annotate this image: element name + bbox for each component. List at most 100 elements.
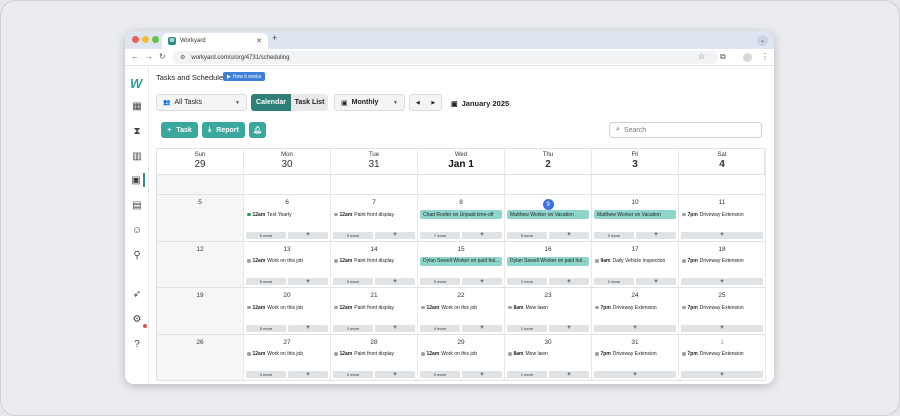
date-label[interactable]: ▣ January 2025 (451, 99, 509, 108)
day-number[interactable]: 14 (331, 246, 417, 253)
more-events-button[interactable]: 1 more (594, 278, 634, 285)
calendar-view-button[interactable]: Calendar (251, 94, 291, 111)
close-tab-icon[interactable]: ✕ (256, 37, 262, 45)
day-number[interactable]: 21 (331, 292, 417, 299)
task-event[interactable]: 7pm Driveway Extension (681, 350, 763, 359)
day-number[interactable]: 5 (157, 199, 243, 206)
day-number[interactable]: 25 (679, 292, 765, 299)
task-event[interactable]: 7pm Driveway Extension (594, 350, 676, 359)
day-cell[interactable]: 13 12am Work on this job 5 more + (244, 241, 331, 288)
day-number[interactable]: 10 (592, 199, 678, 206)
hourglass-icon[interactable]: ⧗ (129, 124, 145, 138)
day-cell[interactable]: 19 (157, 288, 244, 335)
notifications-button[interactable]: 🔔︎ (249, 122, 266, 138)
users-icon[interactable]: ☺ (129, 223, 145, 237)
add-event-plus-icon[interactable]: + (636, 278, 676, 285)
tab-search-chevron-icon[interactable]: ⌄ (757, 35, 768, 46)
day-number[interactable]: 27 (244, 339, 330, 346)
profile-icon[interactable] (743, 53, 752, 62)
day-cell[interactable]: 18 7pm Driveway Extension + (679, 241, 766, 288)
day-cell[interactable]: 14 12am Paint front display 3 more + (331, 241, 418, 288)
add-event-plus-icon[interactable]: + (288, 371, 328, 378)
day-cell[interactable]: 8 Chad Roofer on Unpaid time-off 7 more + (418, 195, 505, 242)
close-window-dot[interactable] (132, 36, 139, 43)
day-number[interactable]: 12 (157, 246, 243, 253)
extensions-icon[interactable]: ⧉ (720, 52, 726, 62)
how-it-works-badge[interactable]: ▶ How it works (223, 72, 266, 81)
day-number[interactable]: 9 (505, 199, 591, 210)
more-events-button[interactable]: 5 more (246, 278, 286, 285)
task-event[interactable]: 12am Work on this job (246, 303, 328, 312)
task-event[interactable]: 12am Test Yearly (246, 210, 328, 219)
day-cell[interactable]: 22 12am Work on this job 4 more + (418, 288, 505, 335)
add-event-plus-icon[interactable]: + (288, 324, 328, 332)
add-event-plus-icon[interactable]: + (549, 278, 589, 285)
day-cell[interactable]: 5 (157, 195, 244, 242)
task-event[interactable]: 12am Paint front display (333, 210, 415, 219)
help-icon[interactable]: ? (129, 337, 145, 351)
new-tab-icon[interactable]: + (272, 33, 277, 43)
time-off-event[interactable]: Matthew Worker on Vacation (507, 210, 589, 219)
browser-menu-icon[interactable]: ⋮ (761, 52, 769, 61)
day-cell[interactable]: 1 7pm Driveway Extension + (679, 334, 766, 381)
add-event-plus-icon[interactable]: + (549, 371, 589, 378)
more-events-button[interactable]: 1 more (507, 371, 547, 378)
task-event[interactable]: 12am Paint front display (333, 257, 415, 266)
next-period-icon[interactable]: ▶ (431, 100, 435, 106)
add-event-plus-icon[interactable]: + (462, 231, 502, 239)
add-event-plus-icon[interactable]: + (375, 371, 415, 378)
task-event[interactable]: 12am Work on this job (420, 350, 502, 359)
add-event-plus-icon[interactable]: + (549, 231, 589, 239)
task-list-view-button[interactable]: Task List (291, 94, 328, 111)
task-event[interactable]: 12am Work on this job (420, 303, 502, 312)
add-event-plus-icon[interactable]: + (462, 278, 502, 285)
day-cell[interactable]: 31 7pm Driveway Extension + (592, 334, 679, 381)
reload-icon[interactable]: ↻ (159, 52, 166, 61)
browser-tab[interactable]: W Workyard ✕ (162, 33, 268, 49)
task-event[interactable]: 12am Paint front display (333, 303, 415, 312)
add-event-plus-icon[interactable]: + (594, 371, 676, 378)
more-events-button[interactable]: 4 more (246, 371, 286, 378)
more-events-button[interactable]: 3 more (333, 231, 373, 239)
add-task-button[interactable]: + Task (161, 122, 198, 138)
add-event-plus-icon[interactable]: + (462, 371, 502, 378)
day-number[interactable]: 26 (157, 339, 243, 346)
minimize-window-dot[interactable] (142, 36, 149, 43)
day-number[interactable]: 16 (505, 246, 591, 253)
day-cell[interactable]: 16 Dylan Sewell Worker on paid hol... 2 mo… (505, 241, 592, 288)
day-cell[interactable]: 30 8am Mow lawn 1 more + (505, 334, 592, 381)
time-off-event[interactable]: Dylan Sewell Worker on paid hol... (507, 256, 589, 266)
day-cell[interactable]: 25 7pm Driveway Extension + (679, 288, 766, 335)
day-cell[interactable]: 23 8am Mow lawn 1 more + (505, 288, 592, 335)
rocket-icon[interactable]: ➶ (129, 287, 145, 301)
add-event-plus-icon[interactable]: + (636, 231, 676, 239)
add-event-plus-icon[interactable]: + (288, 278, 328, 285)
day-number[interactable]: 24 (592, 292, 678, 299)
bookmark-star-icon[interactable]: ☆ (698, 52, 705, 61)
add-event-plus-icon[interactable]: + (681, 324, 763, 332)
task-event[interactable]: 7pm Driveway Extension (681, 257, 763, 266)
add-event-plus-icon[interactable]: + (375, 231, 415, 239)
day-number[interactable]: 6 (244, 199, 330, 206)
task-event[interactable]: 7pm Driveway Extension (681, 210, 763, 219)
add-event-plus-icon[interactable]: + (375, 278, 415, 285)
day-cell[interactable]: 12 (157, 241, 244, 288)
route-icon[interactable]: ⚲ (129, 248, 145, 262)
task-event[interactable]: 12am Paint front display (333, 350, 415, 359)
maximize-window-dot[interactable] (152, 36, 159, 43)
task-event[interactable]: 8am Mow lawn (507, 350, 589, 359)
time-off-event[interactable]: Chad Roofer on Unpaid time-off (420, 210, 502, 219)
day-number[interactable]: 17 (592, 246, 678, 253)
add-event-plus-icon[interactable]: + (594, 324, 676, 332)
day-number[interactable]: 11 (679, 199, 765, 206)
day-number[interactable]: 7 (331, 199, 417, 206)
day-number[interactable]: 30 (505, 339, 591, 346)
task-event[interactable]: 8am Mow lawn (507, 303, 589, 312)
site-settings-icon[interactable]: ⚙ (180, 54, 185, 61)
add-event-plus-icon[interactable]: + (681, 231, 763, 239)
url-field[interactable]: ⚙ workyard.com/u/org/4731/scheduling (172, 51, 718, 64)
more-events-button[interactable]: 2 more (507, 278, 547, 285)
day-cell[interactable]: 29 12am Work on this job 2 more + (418, 334, 505, 381)
add-event-plus-icon[interactable]: + (549, 324, 589, 332)
day-cell[interactable]: 7 12am Paint front display 3 more + (331, 195, 418, 242)
